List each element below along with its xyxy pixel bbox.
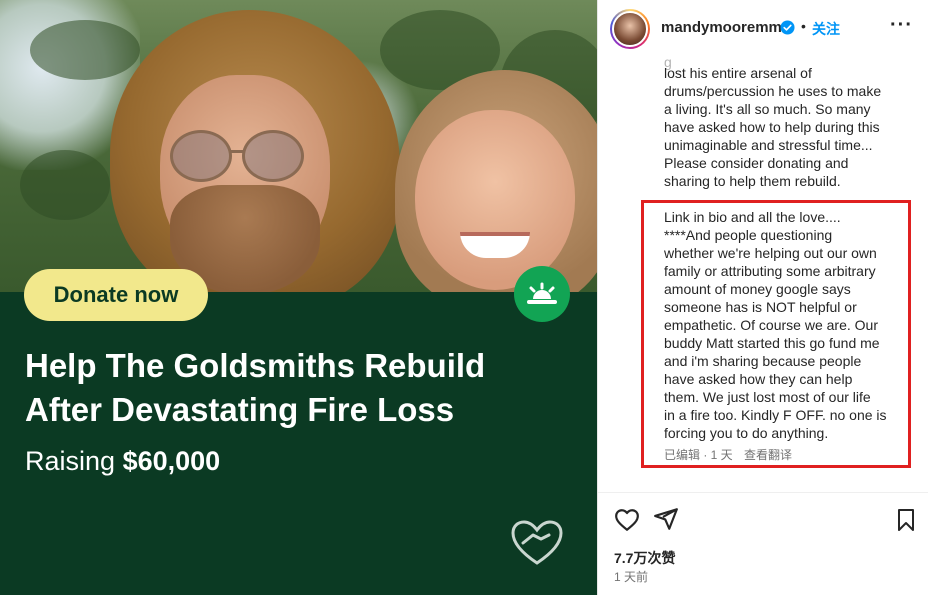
separator-dot: • xyxy=(801,18,806,34)
highlight-box xyxy=(641,200,911,468)
follow-button[interactable]: 关注 xyxy=(812,19,840,39)
share-icon[interactable] xyxy=(653,506,679,532)
caption-area: g lost his entire arsenal of drums/percu… xyxy=(598,56,928,492)
divider xyxy=(598,492,928,493)
glasses-lens xyxy=(170,130,232,182)
caption-text-part1: lost his entire arsenal of drums/percuss… xyxy=(664,65,882,189)
bookmark-icon[interactable] xyxy=(894,507,918,533)
goal-prefix: Raising xyxy=(25,446,116,476)
woman-face xyxy=(415,110,575,290)
post-sidebar: mandymooremm • 关注 ··· g lost his entire … xyxy=(597,0,928,595)
username-link[interactable]: mandymooremm xyxy=(661,19,782,36)
post-photo xyxy=(0,0,597,292)
more-options-button[interactable]: ··· xyxy=(890,14,913,37)
fundraiser-goal: Raising $60,000 xyxy=(25,446,220,477)
post-media[interactable]: Donate now Help The Goldsmiths Rebuild A… xyxy=(0,0,597,595)
handshake-heart-icon xyxy=(509,519,565,567)
avatar[interactable] xyxy=(610,9,650,49)
likes-count[interactable]: 7.7万次赞 xyxy=(614,548,675,568)
photo-foliage xyxy=(30,20,140,80)
glasses-bridge xyxy=(229,150,245,153)
post-header: mandymooremm • 关注 ··· xyxy=(598,0,928,56)
gofundme-logo-icon xyxy=(514,266,570,322)
post-time: 1 天前 xyxy=(614,570,649,584)
donate-now-button[interactable]: Donate now xyxy=(24,269,208,321)
fundraiser-title: Help The Goldsmiths Rebuild After Devast… xyxy=(25,347,486,428)
caption-meta: 已编辑 · 1 天 查看翻译 xyxy=(664,446,792,463)
heart-icon[interactable] xyxy=(614,507,640,533)
glasses-lens xyxy=(242,130,304,182)
edited-timestamp: 已编辑 · 1 天 xyxy=(664,448,733,462)
action-bar xyxy=(598,500,928,540)
goal-amount: $60,000 xyxy=(122,446,221,476)
verified-badge-icon xyxy=(780,20,795,35)
photo-foliage xyxy=(20,150,110,220)
see-translation-link[interactable]: 查看翻译 xyxy=(744,448,792,462)
